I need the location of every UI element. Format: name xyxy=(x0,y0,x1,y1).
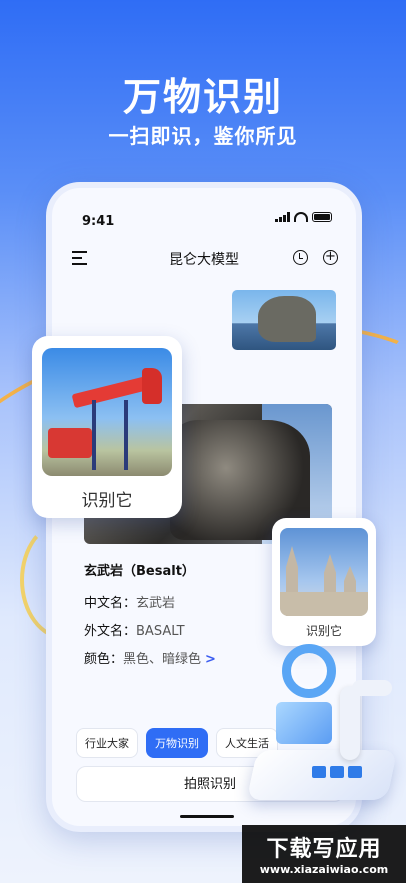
robot-arm xyxy=(340,686,360,760)
battery-icon xyxy=(312,212,332,222)
app-title: 昆仑大模型 xyxy=(169,252,239,268)
answer-row-chinese: 中文名：玄武岩 xyxy=(84,592,175,611)
recognize-label: 识别它 xyxy=(81,491,133,511)
watermark: 下载写应用 www.xiazaiwiao.com xyxy=(242,825,406,883)
recognize-card-oil-pump[interactable]: 识别它 xyxy=(32,336,182,518)
row-key: 中文名： xyxy=(84,596,137,611)
pump-tower xyxy=(92,400,128,470)
signal-icon xyxy=(275,212,290,222)
row-value: 玄武岩 xyxy=(136,596,176,611)
pump-head xyxy=(142,368,162,404)
status-icons xyxy=(275,212,332,222)
chip-object-recognition[interactable]: 万物识别 xyxy=(146,728,208,758)
row-value: BASALT xyxy=(136,624,185,639)
robot-arm-head xyxy=(352,680,392,696)
status-bar: 9:41 xyxy=(82,210,332,229)
row-key: 外文名： xyxy=(84,624,137,639)
magnifier-lens xyxy=(282,644,336,698)
hero-subtitle: 一扫即识，鉴你所见 xyxy=(108,124,298,148)
app-header: 昆仑大模型 + xyxy=(52,246,356,274)
cathedral-image xyxy=(280,528,368,616)
pump-base xyxy=(48,428,92,458)
sent-photo-thumbnail[interactable] xyxy=(232,290,336,350)
clock-icon[interactable] xyxy=(293,250,308,265)
row-value: 黑色、暗绿色 xyxy=(123,652,202,667)
oil-pump-image xyxy=(42,348,172,476)
chip-industry-expert[interactable]: 行业大家 xyxy=(76,728,138,758)
status-time: 9:41 xyxy=(82,214,115,229)
hero-title: 万物识别 xyxy=(122,75,283,119)
rock-formation-image xyxy=(258,296,316,342)
plus-circle-icon[interactable]: + xyxy=(323,250,338,265)
answer-title: 玄武岩（Besalt） xyxy=(84,564,195,579)
watermark-logo: 下载写应用 xyxy=(266,837,382,862)
building-base xyxy=(280,592,368,616)
answer-row-color: 颜色：黑色、暗绿色 > xyxy=(84,648,216,667)
recognize-label: 识别它 xyxy=(305,624,342,638)
glass-cubes xyxy=(276,702,332,744)
row-key: 颜色： xyxy=(84,652,124,667)
answer-row-foreign: 外文名：BASALT xyxy=(84,620,185,639)
watermark-url: www.xiazaiwiao.com xyxy=(259,863,389,876)
recognize-card-cathedral[interactable]: 识别它 xyxy=(272,518,376,646)
blue-blocks xyxy=(312,766,362,778)
chevron-right-icon[interactable]: > xyxy=(205,652,216,667)
wifi-icon xyxy=(294,212,308,222)
home-indicator xyxy=(180,815,234,818)
robot-arm-illustration xyxy=(232,640,402,810)
